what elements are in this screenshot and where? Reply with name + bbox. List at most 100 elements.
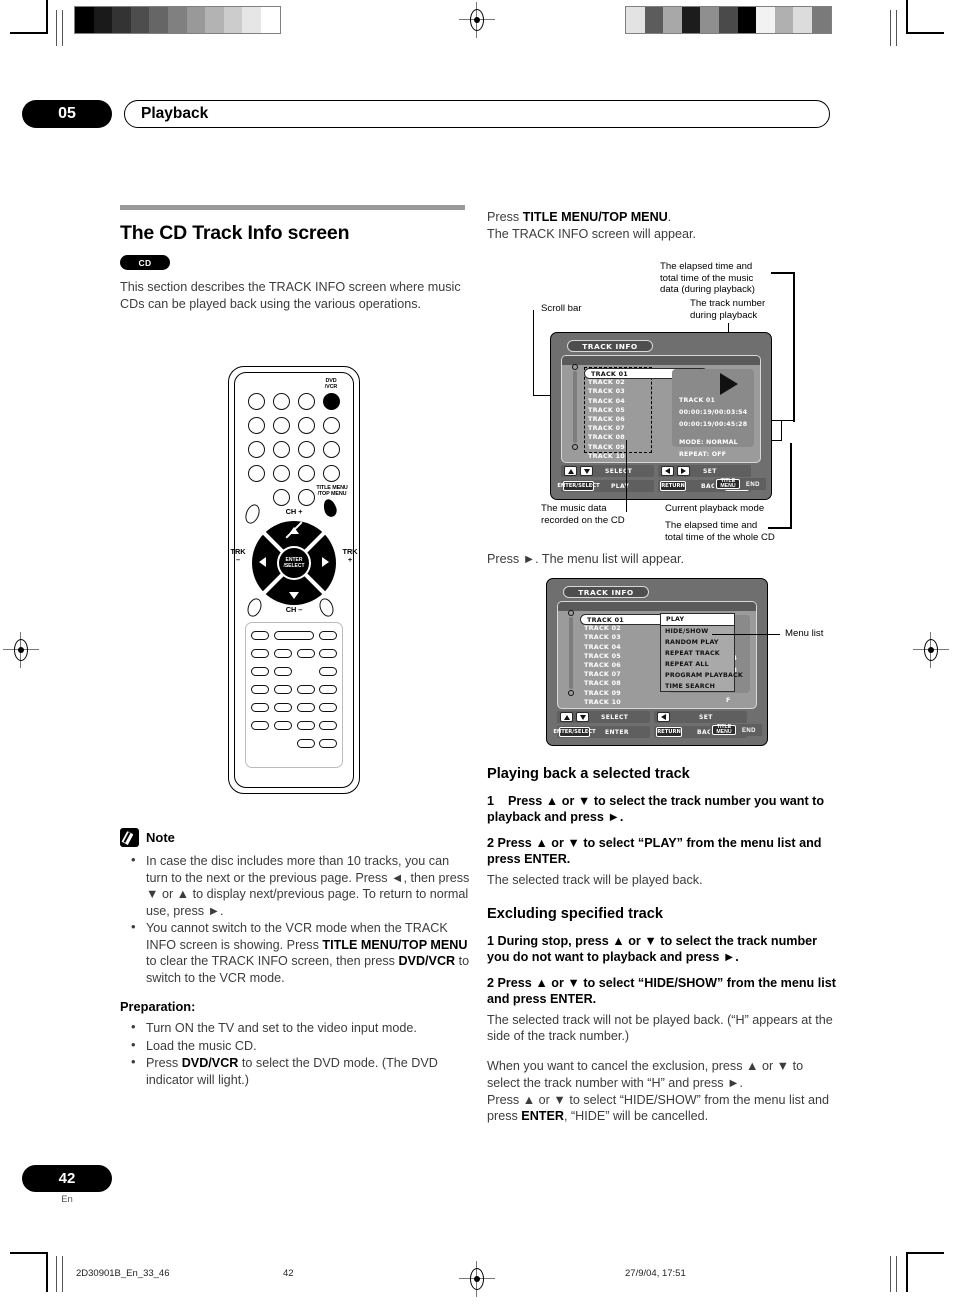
list-item[interactable]: TRACK 06 bbox=[584, 661, 621, 670]
list-item[interactable]: TRACK 07 bbox=[588, 424, 625, 433]
tv2-scrollbar[interactable] bbox=[569, 617, 573, 689]
remote-key-f1[interactable] bbox=[251, 721, 269, 730]
remote-key-f2[interactable] bbox=[274, 721, 292, 730]
remote-key-e2[interactable] bbox=[274, 703, 292, 712]
list-item[interactable]: TRACK 08 bbox=[588, 433, 625, 442]
tv2-key-down[interactable] bbox=[576, 712, 589, 722]
remote-key-f4[interactable] bbox=[319, 721, 337, 730]
tv2-scroll-bottom-dot bbox=[567, 690, 574, 696]
remote-key-c2[interactable] bbox=[274, 667, 292, 676]
remote-key-d3[interactable] bbox=[297, 685, 315, 694]
remote-key-a1[interactable] bbox=[251, 631, 269, 640]
list-item[interactable]: TRACK 05 bbox=[588, 406, 625, 415]
tv2-key-up[interactable] bbox=[560, 712, 573, 722]
tv1-key-up[interactable] bbox=[564, 466, 577, 476]
remote-key-b4[interactable] bbox=[319, 649, 337, 658]
tv-screen-track-info: TRACK INFO TRACK 01 TRACK 02 TRACK 03 TR… bbox=[550, 332, 772, 500]
remote-key-g4[interactable] bbox=[319, 739, 337, 748]
registration-target-bottom bbox=[459, 1261, 495, 1297]
remote-button-r1c2[interactable] bbox=[273, 393, 290, 410]
note-block: Note In case the disc includes more than… bbox=[120, 824, 470, 1089]
menu-item-repeat-all[interactable]: REPEAT ALL bbox=[661, 659, 734, 670]
menu-item-repeat-track[interactable]: REPEAT TRACK bbox=[661, 648, 734, 659]
remote-button-r3c2[interactable] bbox=[273, 441, 290, 458]
remote-button-r4c1[interactable] bbox=[248, 465, 265, 482]
list-item[interactable]: TRACK 04 bbox=[588, 397, 625, 406]
crop-mark-bottom-left-v bbox=[46, 1252, 48, 1292]
remote-button-r2c2[interactable] bbox=[273, 417, 290, 434]
tv2-key-return[interactable]: RETURN bbox=[656, 727, 682, 737]
callout-music-data: The music data recorded on the CD bbox=[541, 503, 625, 526]
list-item[interactable]: TRACK 08 bbox=[584, 679, 621, 688]
tv2-panel: TRACK 01 TRACK 02 TRACK 03 TRACK 04 TRAC… bbox=[557, 601, 757, 709]
remote-button-r3c4[interactable] bbox=[323, 441, 340, 458]
list-item[interactable]: TRACK 03 bbox=[588, 387, 625, 396]
callout-track-number: The track number during playback bbox=[690, 298, 766, 321]
crop-mark-top-left-h bbox=[10, 32, 48, 34]
tv1-key-left[interactable] bbox=[661, 466, 674, 476]
remote-button-r1c1[interactable] bbox=[248, 393, 265, 410]
tv1-scrollbar[interactable] bbox=[573, 371, 577, 443]
remote-button-dvd-vcr[interactable] bbox=[323, 393, 340, 410]
remote-key-e1[interactable] bbox=[251, 703, 269, 712]
remote-button-r1c3[interactable] bbox=[298, 393, 315, 410]
remote-button-r5c2[interactable] bbox=[273, 489, 290, 506]
callout-leader-elapsed-music-v bbox=[793, 272, 795, 422]
right-column: Press TITLE MENU/TOP MENU. The TRACK INF… bbox=[487, 209, 837, 250]
registration-target-right bbox=[913, 632, 949, 668]
remote-key-d1[interactable] bbox=[251, 685, 269, 694]
remote-button-r2c1[interactable] bbox=[248, 417, 265, 434]
remote-key-a4[interactable] bbox=[319, 631, 337, 640]
step-1-excluding: 1 During stop, press ▲ or ▼ to select th… bbox=[487, 934, 818, 965]
tv1-key-right[interactable] bbox=[677, 466, 690, 476]
remote-button-r2c3[interactable] bbox=[298, 417, 315, 434]
remote-button-r4c2[interactable] bbox=[273, 465, 290, 482]
list-item[interactable]: TRACK 10 bbox=[588, 452, 625, 461]
menu-item-random-play[interactable]: RANDOM PLAY bbox=[661, 637, 734, 648]
menu-item-program-playback[interactable]: PROGRAM PLAYBACK bbox=[661, 670, 743, 681]
remote-key-g3[interactable] bbox=[297, 739, 315, 748]
remote-key-d2[interactable] bbox=[274, 685, 292, 694]
remote-control-illustration: DVD /VCR TITLE MENU /TOP MENU CH + ENTER… bbox=[228, 366, 360, 794]
remote-key-f3[interactable] bbox=[297, 721, 315, 730]
remote-key-c1[interactable] bbox=[251, 667, 269, 676]
remote-key-e3[interactable] bbox=[297, 703, 315, 712]
remote-key-b1[interactable] bbox=[251, 649, 269, 658]
remote-key-b2[interactable] bbox=[274, 649, 292, 658]
tv2-window-title: TRACK INFO bbox=[563, 586, 649, 598]
list-item[interactable]: TRACK 02 bbox=[584, 624, 621, 633]
remote-enter-select-button[interactable]: ENTER /SELECT bbox=[277, 546, 311, 580]
list-item[interactable]: TRACK 02 bbox=[588, 378, 625, 387]
remote-button-r3c3[interactable] bbox=[298, 441, 315, 458]
tv2-key-enter-select[interactable]: ENTER/SELECT bbox=[553, 727, 596, 737]
list-item[interactable]: TRACK 03 bbox=[584, 633, 621, 642]
tv2-key-left[interactable] bbox=[657, 712, 670, 722]
remote-key-c4[interactable] bbox=[319, 667, 337, 676]
list-item[interactable]: TRACK 05 bbox=[584, 652, 621, 661]
remote-ch-minus-label: CH – bbox=[285, 605, 303, 614]
list-item[interactable]: TRACK 09 bbox=[584, 689, 621, 698]
color-bar-left bbox=[74, 6, 281, 34]
remote-key-d4[interactable] bbox=[319, 685, 337, 694]
remote-key-e4[interactable] bbox=[319, 703, 337, 712]
list-item[interactable]: TRACK 10 bbox=[584, 698, 621, 707]
crop-mark-top-right-v bbox=[906, 0, 908, 34]
list-item[interactable]: TRACK 09 bbox=[588, 443, 625, 452]
tv2-key-title-menu[interactable]: TITLE MENU bbox=[712, 725, 736, 735]
remote-button-r3c1[interactable] bbox=[248, 441, 265, 458]
menu-item-time-search[interactable]: TIME SEARCH bbox=[661, 681, 734, 692]
remote-button-r4c4[interactable] bbox=[323, 465, 340, 482]
tv1-key-down[interactable] bbox=[580, 466, 593, 476]
tv1-scroll-bottom-dot bbox=[571, 444, 578, 450]
remote-dpad[interactable]: ENTER /SELECT bbox=[252, 521, 336, 605]
list-item[interactable]: TRACK 07 bbox=[584, 670, 621, 679]
list-item[interactable]: TRACK 04 bbox=[584, 643, 621, 652]
menu-item-play[interactable]: PLAY bbox=[660, 613, 735, 626]
remote-key-a2[interactable] bbox=[274, 631, 314, 640]
tv2-menu-list[interactable]: PLAY HIDE/SHOW RANDOM PLAY REPEAT TRACK … bbox=[660, 613, 743, 692]
list-item[interactable]: TRACK 06 bbox=[588, 415, 625, 424]
remote-key-b3[interactable] bbox=[297, 649, 315, 658]
remote-button-r4c3[interactable] bbox=[298, 465, 315, 482]
remote-button-r2c4[interactable] bbox=[323, 417, 340, 434]
tv1-key-title-menu-visible[interactable]: TITLE MENU bbox=[716, 479, 740, 489]
